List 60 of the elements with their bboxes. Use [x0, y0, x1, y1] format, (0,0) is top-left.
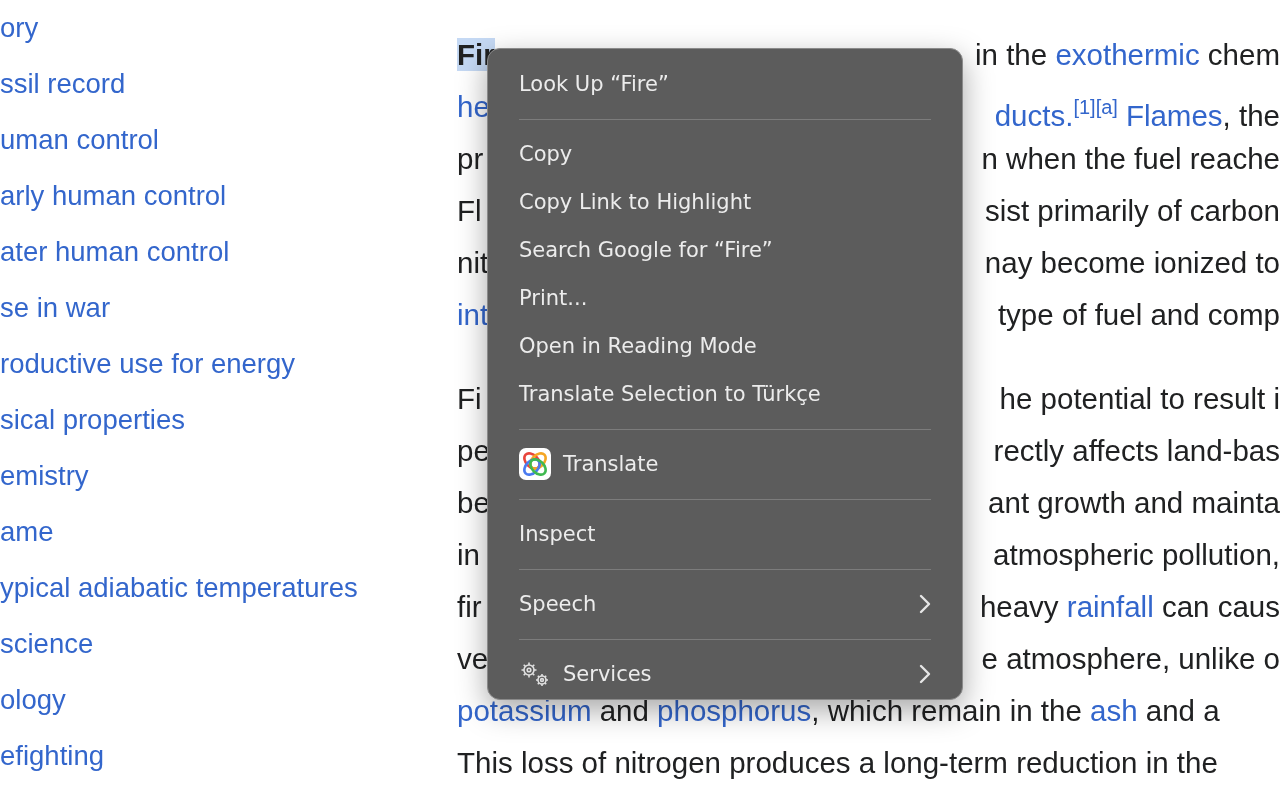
toc-link[interactable]: efighting	[0, 728, 104, 784]
menu-item[interactable]: Translate	[488, 440, 962, 488]
link[interactable]: int	[457, 298, 489, 331]
menu-item[interactable]: Inspect	[488, 510, 962, 558]
body-text: chem	[1206, 38, 1280, 71]
menu-item[interactable]: Open in Reading Mode	[488, 322, 962, 370]
toc-link[interactable]: ypical adiabatic temperatures	[0, 560, 358, 616]
link[interactable]: exothermic	[1055, 38, 1200, 71]
body-text: atmospheric pollution,	[993, 538, 1280, 571]
body-text: Fi	[457, 382, 482, 415]
body-text: type of fuel and comp	[997, 298, 1280, 331]
menu-item[interactable]: Translate Selection to Türkçe	[488, 370, 962, 418]
body-text: rectly affects land-bas	[993, 434, 1280, 467]
link[interactable]: ducts.	[994, 99, 1074, 132]
menu-item[interactable]: Print...	[488, 274, 962, 322]
body-text: and a	[1144, 694, 1220, 727]
toc-link[interactable]: science	[0, 616, 94, 672]
body-text: pr	[457, 142, 484, 175]
chevron-right-icon	[919, 664, 931, 684]
menu-item[interactable]: Speech	[488, 580, 962, 628]
toc-link[interactable]: emistry	[0, 448, 89, 504]
chevron-right-icon	[919, 594, 931, 614]
link[interactable]: ash	[1090, 694, 1138, 727]
body-text: he potential to result i	[999, 382, 1280, 415]
body-text: pe	[457, 434, 490, 467]
toc-link[interactable]: roductive use for energy	[0, 336, 296, 392]
body-text: heavy	[979, 590, 1060, 623]
link[interactable]: Flames	[1125, 99, 1223, 132]
link[interactable]: he	[457, 90, 490, 123]
toc-link[interactable]: uman control	[0, 112, 159, 168]
reference-link[interactable]: [1][a]	[1073, 96, 1118, 118]
body-text: nit	[457, 246, 489, 279]
toc-link[interactable]: ame	[0, 504, 54, 560]
body-text: nay become ionized to	[984, 246, 1280, 279]
body-text: Fl	[457, 194, 482, 227]
body-text: This loss of nitrogen produces a long-term reduction in the	[457, 746, 1218, 779]
menu-item[interactable]: Copy	[488, 130, 962, 178]
gears-icon	[519, 660, 551, 688]
link[interactable]: rainfall	[1066, 590, 1154, 623]
toc-link[interactable]: ology	[0, 672, 66, 728]
body-text: n when the fuel reache	[981, 142, 1280, 175]
toc-link[interactable]: ssil record	[0, 56, 126, 112]
menu-item[interactable]: Search Google for “Fire”	[488, 226, 962, 274]
body-text: in	[457, 538, 480, 571]
body-text: be	[457, 486, 490, 519]
toc-link[interactable]: sical properties	[0, 392, 185, 448]
toc-link[interactable]: ater human control	[0, 224, 230, 280]
translate-app-icon	[519, 448, 551, 480]
toc-link[interactable]: se in war	[0, 280, 111, 336]
body-text: e atmosphere, unlike o	[981, 642, 1280, 675]
body-text: , the	[1222, 99, 1280, 132]
body-text: ant growth and mainta	[988, 486, 1280, 519]
body-text: sist primarily of carbon	[984, 194, 1280, 227]
toc-link[interactable]: ory	[0, 0, 39, 56]
body-text: ve	[457, 642, 489, 675]
body-text: fir	[457, 590, 482, 623]
toc-link[interactable]: arly human control	[0, 168, 227, 224]
body-text: can caus	[1160, 590, 1280, 623]
menu-item[interactable]: Copy Link to Highlight	[488, 178, 962, 226]
body-text: in the	[975, 38, 1049, 71]
